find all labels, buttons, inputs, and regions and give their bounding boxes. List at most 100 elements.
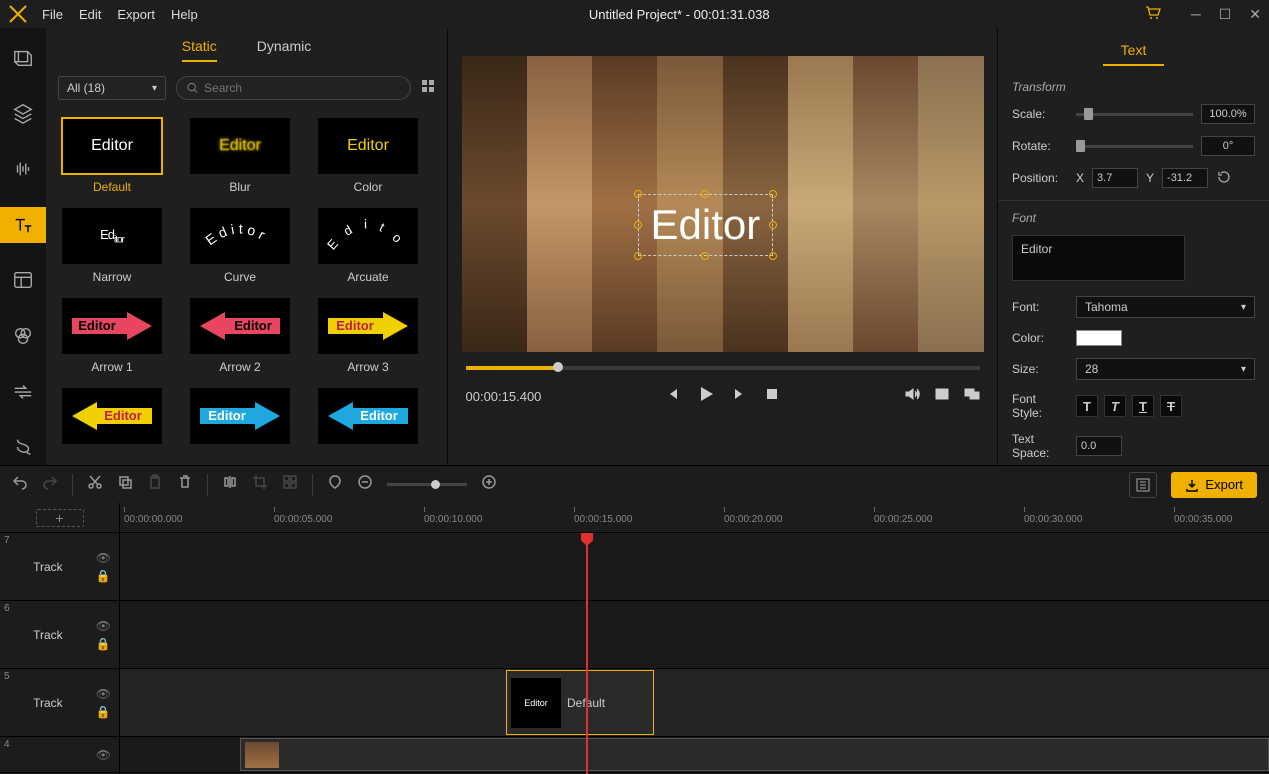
- volume-icon[interactable]: [904, 386, 920, 407]
- rotate-slider[interactable]: [1076, 145, 1193, 148]
- redo-button[interactable]: [42, 474, 58, 495]
- text-content-input[interactable]: Editor: [1012, 235, 1185, 281]
- track-content[interactable]: [120, 737, 1269, 772]
- visibility-icon[interactable]: 👁: [96, 551, 111, 565]
- preview-canvas[interactable]: Editor: [462, 56, 984, 352]
- rail-effects[interactable]: [0, 429, 46, 465]
- lock-icon[interactable]: 🔒: [96, 637, 111, 651]
- rail-transitions[interactable]: [0, 374, 46, 410]
- underline-button[interactable]: T: [1132, 395, 1154, 417]
- rail-filters[interactable]: [0, 318, 46, 354]
- track-content[interactable]: [120, 533, 1269, 600]
- play-button[interactable]: [696, 384, 716, 409]
- text-bounding-box[interactable]: Editor: [638, 194, 774, 256]
- italic-button[interactable]: T: [1104, 395, 1126, 417]
- asset-arrow4[interactable]: Editor: [62, 388, 162, 444]
- position-y-input[interactable]: [1162, 168, 1208, 188]
- timeline: + 00:00:00.000 00:00:05.000 00:00:10.000…: [0, 503, 1269, 774]
- delete-button[interactable]: [177, 474, 193, 495]
- zoom-slider[interactable]: [387, 483, 467, 486]
- cut-button[interactable]: [87, 474, 103, 495]
- group-button[interactable]: [282, 474, 298, 495]
- rail-audio[interactable]: [0, 151, 46, 187]
- search-input[interactable]: [204, 81, 400, 95]
- menu-file[interactable]: File: [42, 7, 63, 22]
- app-logo: [8, 4, 28, 24]
- scale-value[interactable]: 100.0%: [1201, 104, 1255, 124]
- track-content[interactable]: [120, 601, 1269, 668]
- cart-icon[interactable]: [1145, 5, 1161, 24]
- timeline-settings-button[interactable]: [1129, 472, 1157, 498]
- preview-scrubber[interactable]: [466, 366, 980, 370]
- maximize-button[interactable]: ☐: [1219, 6, 1232, 23]
- stop-button[interactable]: [764, 386, 780, 407]
- fullscreen-icon[interactable]: [964, 386, 980, 407]
- bold-button[interactable]: T: [1076, 395, 1098, 417]
- close-button[interactable]: ✕: [1249, 6, 1261, 23]
- grid-view-icon[interactable]: [421, 79, 435, 98]
- menu-export[interactable]: Export: [117, 7, 155, 22]
- filter-dropdown[interactable]: All (18)▾: [58, 76, 166, 100]
- transform-group-label: Transform: [998, 76, 1269, 98]
- asset-arrow2[interactable]: Editor Arrow 2: [190, 298, 290, 374]
- tab-static[interactable]: Static: [182, 38, 217, 62]
- snapshot-icon[interactable]: [934, 386, 950, 407]
- minimize-button[interactable]: ─: [1191, 6, 1201, 22]
- menu-help[interactable]: Help: [171, 7, 198, 22]
- asset-default[interactable]: Editor Default: [62, 118, 162, 194]
- rail-templates[interactable]: [0, 263, 46, 299]
- visibility-icon[interactable]: 👁: [96, 619, 111, 633]
- position-x-input[interactable]: [1092, 168, 1138, 188]
- tab-dynamic[interactable]: Dynamic: [257, 38, 311, 62]
- undo-button[interactable]: [12, 474, 28, 495]
- asset-arrow1[interactable]: Editor Arrow 1: [62, 298, 162, 374]
- rail-layers[interactable]: [0, 96, 46, 132]
- font-label: Font:: [1012, 300, 1068, 314]
- asset-arcuate[interactable]: E d i t o r Arcuate: [318, 208, 418, 284]
- asset-arrow5[interactable]: Editor: [190, 388, 290, 444]
- visibility-icon[interactable]: 👁: [96, 687, 111, 701]
- left-rail: [0, 28, 46, 465]
- asset-arrow3[interactable]: Editor Arrow 3: [318, 298, 418, 374]
- asset-arrow6[interactable]: Editor: [318, 388, 418, 444]
- preview-time: 00:00:15.400: [466, 389, 542, 404]
- lock-icon[interactable]: 🔒: [96, 705, 111, 719]
- timeline-clip[interactable]: [240, 738, 1269, 771]
- rail-text[interactable]: [0, 207, 46, 243]
- timeline-clip[interactable]: Editor Default: [506, 670, 654, 735]
- size-select[interactable]: 28▾: [1076, 358, 1255, 380]
- tab-text[interactable]: Text: [1103, 38, 1165, 66]
- crop-button[interactable]: [252, 474, 268, 495]
- timeline-ruler[interactable]: 00:00:00.000 00:00:05.000 00:00:10.000 0…: [120, 503, 1269, 532]
- next-frame-button[interactable]: [732, 386, 748, 407]
- font-select[interactable]: Tahoma▾: [1076, 296, 1255, 318]
- asset-narrow[interactable]: Editor Narrow: [62, 208, 162, 284]
- menu-edit[interactable]: Edit: [79, 7, 101, 22]
- prev-frame-button[interactable]: [664, 386, 680, 407]
- scale-slider[interactable]: [1076, 113, 1193, 116]
- svg-text:Editor: Editor: [78, 318, 116, 333]
- marker-button[interactable]: [327, 474, 343, 495]
- asset-curve[interactable]: E d i t o r Curve: [190, 208, 290, 284]
- reset-position-icon[interactable]: [1216, 169, 1232, 188]
- rotate-label: Rotate:: [1012, 139, 1068, 153]
- color-swatch[interactable]: [1076, 330, 1122, 346]
- split-button[interactable]: [222, 474, 238, 495]
- lock-icon[interactable]: 🔒: [96, 569, 111, 583]
- export-button[interactable]: Export: [1171, 472, 1257, 498]
- add-track-button[interactable]: +: [36, 509, 84, 527]
- zoom-in-button[interactable]: [481, 474, 497, 495]
- text-space-input[interactable]: [1076, 436, 1122, 456]
- paste-button[interactable]: [147, 474, 163, 495]
- asset-color[interactable]: Editor Color: [318, 118, 418, 194]
- rotate-value[interactable]: 0°: [1201, 136, 1255, 156]
- visibility-icon[interactable]: 👁: [96, 748, 111, 762]
- asset-blur[interactable]: Editor Blur: [190, 118, 290, 194]
- strike-button[interactable]: T: [1160, 395, 1182, 417]
- preview-text: Editor: [651, 201, 761, 248]
- zoom-out-button[interactable]: [357, 474, 373, 495]
- track-content[interactable]: Editor Default: [120, 669, 1269, 736]
- search-box[interactable]: [176, 76, 411, 100]
- rail-media[interactable]: [0, 40, 46, 76]
- copy-button[interactable]: [117, 474, 133, 495]
